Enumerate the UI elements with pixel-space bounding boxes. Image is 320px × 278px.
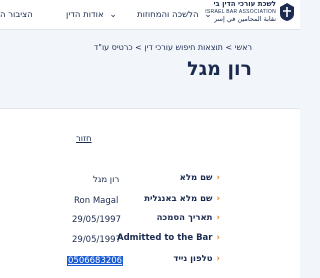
logo-arabic-text: نقابة المحامين في إسرائيل	[214, 15, 276, 23]
detail-label-text: טלפון נייד	[173, 254, 213, 264]
logo-hebrew-text: לשכת עורכי הדין בישראל	[214, 0, 276, 8]
site-header: הציבור ה ⌄ אודות הדין ⌄ הלשכה והמחוזות ל…	[0, 0, 300, 30]
logo-emblem-icon	[280, 3, 294, 21]
chevron-left-icon: ‹	[216, 173, 220, 183]
detail-value-english-name: Ron Magal	[74, 196, 119, 206]
detail-label-text: תאריך הסמכה	[156, 213, 213, 223]
detail-value-admission-date: 29/05/1997	[72, 215, 121, 225]
chevron-down-icon: ⌄	[109, 10, 117, 20]
page-title: רון מגל	[187, 58, 252, 80]
nav-item-public[interactable]: הציבור ה	[0, 7, 33, 23]
detail-label-text: שם מלא	[179, 173, 213, 183]
lawyer-details-card	[0, 108, 300, 278]
chevron-left-icon: ‹	[216, 213, 220, 223]
chevron-left-icon: ‹	[216, 254, 220, 264]
detail-value-full-name: רון מגל	[93, 175, 120, 185]
site-logo[interactable]: לשכת עורכי הדין בישראל ISRAEL BAR ASSOCI…	[205, 0, 298, 28]
nav-item-law[interactable]: ⌄ אודות הדין	[66, 7, 117, 23]
chevron-left-icon: ‹	[216, 233, 220, 243]
nav-item-districts[interactable]: ⌄ הלשכה והמחוזות	[137, 7, 212, 23]
nav-item-label: הציבור ה	[0, 10, 33, 20]
detail-value-admitted-to-bar: 29/05/1997	[72, 235, 121, 245]
nav-item-label: הלשכה והמחוזות	[137, 10, 199, 20]
chevron-left-icon: ‹	[216, 194, 220, 204]
breadcrumb[interactable]: ראשי > תוצאות חיפוש עורכי דין > כרטיס עו…	[94, 43, 252, 52]
nav-item-label: אודות הדין	[66, 10, 104, 20]
phone-link[interactable]: 0506683206	[67, 256, 124, 266]
detail-value-mobile-phone: 0506683206	[67, 256, 157, 270]
back-link[interactable]: חזור	[76, 134, 92, 144]
